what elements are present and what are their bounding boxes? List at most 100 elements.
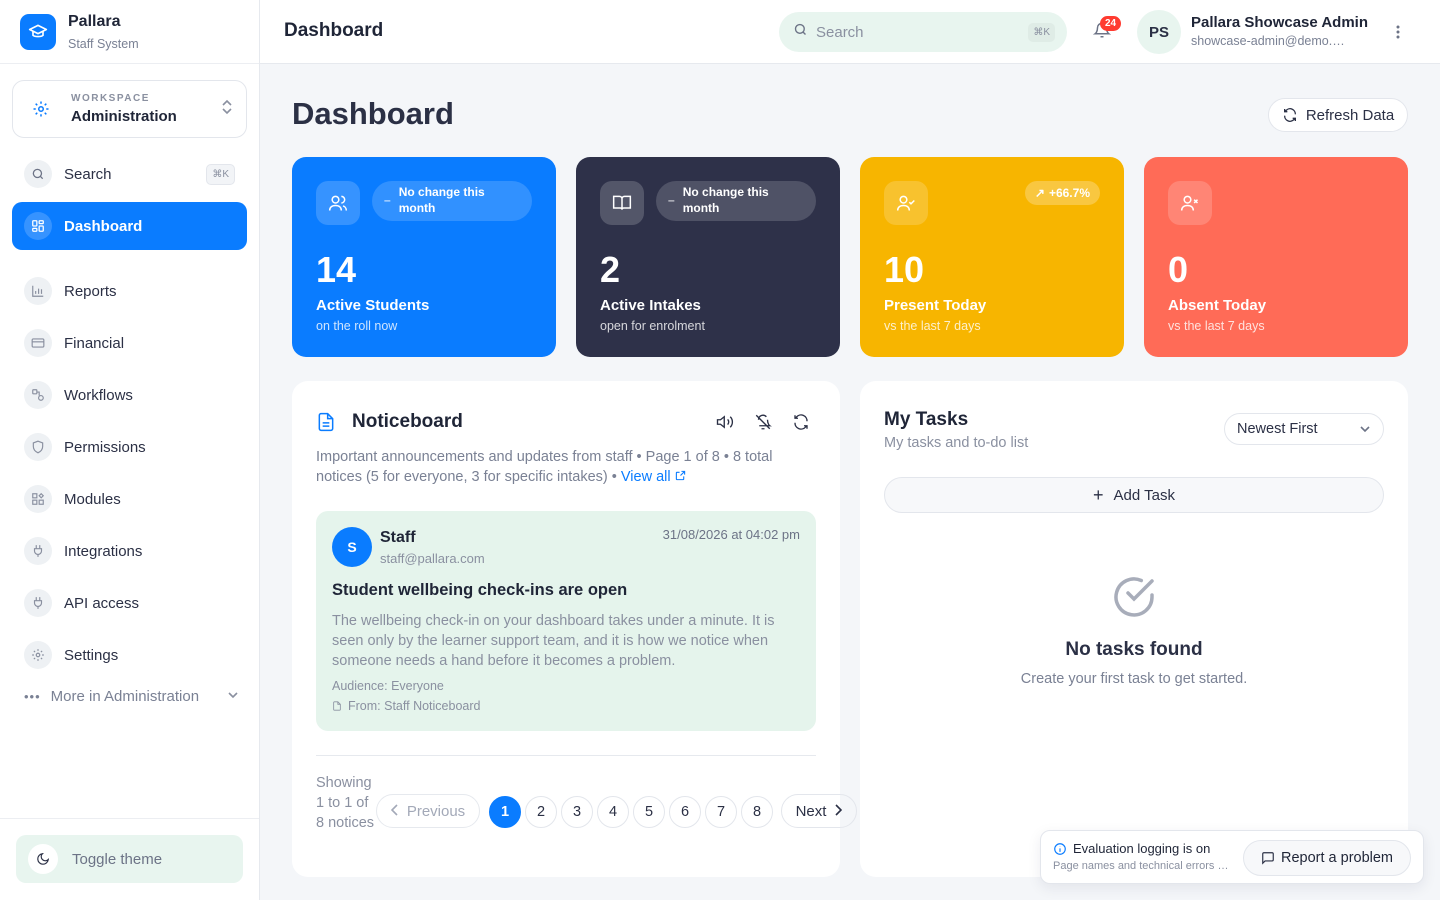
search-input[interactable] — [816, 23, 1029, 41]
sidebar-item-api-access[interactable]: API access — [12, 579, 247, 627]
sidebar-item-financial[interactable]: Financial — [12, 319, 247, 367]
credit-card-icon — [24, 329, 52, 357]
noticeboard-actions — [716, 413, 810, 436]
bell-off-icon[interactable] — [754, 413, 772, 436]
document-icon — [318, 412, 334, 432]
workspace-switcher[interactable]: WORKSPACE Administration — [12, 80, 247, 138]
toggle-theme-button[interactable]: Toggle theme — [16, 835, 243, 883]
check-circle-icon — [1110, 573, 1158, 621]
brand-name: Pallara — [68, 12, 121, 30]
stat-sub: vs the last 7 days — [884, 319, 981, 333]
stat-label: Present Today — [884, 297, 987, 314]
plug-icon — [24, 537, 52, 565]
more-label: More in Administration — [50, 688, 200, 705]
pagination-next-button[interactable]: Next — [781, 794, 857, 828]
stat-sub: vs the last 7 days — [1168, 319, 1265, 333]
external-link-icon — [675, 470, 685, 481]
notice-headline: Student wellbeing check-ins are open — [332, 581, 628, 599]
view-all-link[interactable]: View all — [621, 469, 686, 485]
search-shortcut: ⌘K — [1028, 22, 1055, 42]
pagination-page[interactable]: 7 — [705, 796, 737, 828]
sidebar-item-modules[interactable]: Modules — [12, 475, 247, 523]
add-task-button[interactable]: + Add Task — [884, 477, 1384, 513]
toast-title: Evaluation logging is on — [1053, 841, 1210, 856]
workspace-value: Administration — [71, 108, 177, 125]
refresh-data-button[interactable]: Refresh Data — [1268, 98, 1408, 132]
report-problem-button[interactable]: Report a problem — [1243, 840, 1411, 876]
book-icon — [600, 181, 644, 225]
brand: Pallara Staff System — [0, 0, 259, 64]
stat-card-active-intakes: – No change this month 2 Active Intakes o… — [576, 157, 840, 357]
stat-trend-text: +66.7% — [1048, 186, 1090, 200]
refresh-icon[interactable] — [792, 413, 810, 436]
sidebar-item-label: Modules — [64, 490, 121, 508]
pagination-next-label: Next — [795, 802, 827, 820]
tasks-sort-select[interactable]: Newest First — [1224, 413, 1384, 445]
sidebar-item-settings[interactable]: Settings — [12, 631, 247, 679]
sidebar-item-label: Reports — [64, 282, 117, 300]
evaluation-logging-toast: Evaluation logging is on Page names and … — [1040, 830, 1424, 884]
stat-trend-pill: – No change this month — [372, 181, 532, 221]
tasks-sort-value: Newest First — [1237, 421, 1318, 437]
workspace-label: WORKSPACE — [71, 93, 150, 104]
sidebar-item-workflows[interactable]: Workflows — [12, 371, 247, 419]
sidebar-item-label: API access — [64, 594, 140, 612]
global-search[interactable]: ⌘K — [779, 12, 1067, 52]
sidebar-item-dashboard[interactable]: Dashboard — [12, 202, 247, 250]
message-icon — [1262, 852, 1274, 865]
graduation-cap-icon — [20, 13, 56, 50]
pagination-page[interactable]: 4 — [597, 796, 629, 828]
tasks-empty-subtitle: Create your first task to get started. — [1020, 671, 1248, 687]
pagination-previous-button[interactable]: Previous — [376, 794, 480, 828]
users-icon — [316, 181, 360, 225]
pagination-page[interactable]: 6 — [669, 796, 701, 828]
notice-audience: Audience: Everyone — [332, 679, 444, 693]
notifications-badge: 24 — [1100, 16, 1122, 31]
more-vertical-icon[interactable] — [1388, 20, 1408, 44]
pagination-page[interactable]: 2 — [525, 796, 557, 828]
pagination-page[interactable]: 3 — [561, 796, 593, 828]
notice-source-text: From: Staff Noticeboard — [348, 699, 481, 713]
pagination-previous-label: Previous — [406, 802, 466, 820]
toast-title-text: Evaluation logging is on — [1073, 841, 1211, 856]
add-task-label: Add Task — [1113, 486, 1175, 504]
noticeboard-title-text: Noticeboard — [352, 411, 463, 432]
grid-icon — [24, 212, 52, 240]
sidebar-search-label: Search — [64, 165, 112, 183]
sidebar-item-reports[interactable]: Reports — [12, 267, 247, 315]
sidebar-item-integrations[interactable]: Integrations — [12, 527, 247, 575]
chevron-up-down-icon — [220, 99, 234, 120]
sidebar-item-label: Permissions — [64, 438, 146, 456]
sidebar-item-label: Settings — [64, 646, 119, 664]
pagination-page[interactable]: 5 — [633, 796, 665, 828]
sidebar-item-permissions[interactable]: Permissions — [12, 423, 247, 471]
avatar[interactable]: PS — [1137, 10, 1181, 54]
toggle-theme-label: Toggle theme — [72, 850, 163, 868]
speaker-icon[interactable] — [716, 413, 734, 436]
notice-date: 31/08/2026 at 04:02 pm — [662, 527, 800, 542]
notice-item[interactable]: S Staff staff@pallara.com 31/08/2026 at … — [316, 511, 816, 731]
sidebar: Pallara Staff System WORKSPACE Administr… — [0, 0, 260, 900]
pagination-page[interactable]: 8 — [741, 796, 773, 828]
notice-source: From: Staff Noticeboard — [332, 699, 480, 713]
user-x-icon — [1168, 181, 1212, 225]
gear-icon — [29, 97, 53, 121]
stat-value: 10 — [884, 249, 925, 290]
more-dots-icon: ••• — [24, 689, 41, 704]
plug-icon — [24, 589, 52, 617]
divider — [316, 755, 816, 756]
notice-author: Staff — [380, 529, 416, 546]
sidebar-item-label: Workflows — [64, 386, 133, 404]
brand-subtitle: Staff System — [68, 36, 139, 51]
notice-avatar: S — [332, 527, 372, 567]
sidebar-search[interactable]: Search ⌘K — [12, 150, 247, 198]
notice-author-email: staff@pallara.com — [380, 551, 485, 566]
pagination-page[interactable]: 1 — [489, 796, 521, 828]
stat-card-active-students: – No change this month 14 Active Students… — [292, 157, 556, 357]
notifications-button[interactable]: 24 — [1088, 16, 1122, 46]
more-in-administration[interactable]: ••• More in Administration — [24, 688, 239, 705]
user-email: showcase-admin@demo.pallara.com — [1191, 34, 1351, 48]
user-info[interactable]: Pallara Showcase Admin showcase-admin@de… — [1191, 14, 1381, 48]
chevron-down-icon — [1360, 426, 1370, 433]
stat-value: 2 — [600, 249, 621, 290]
